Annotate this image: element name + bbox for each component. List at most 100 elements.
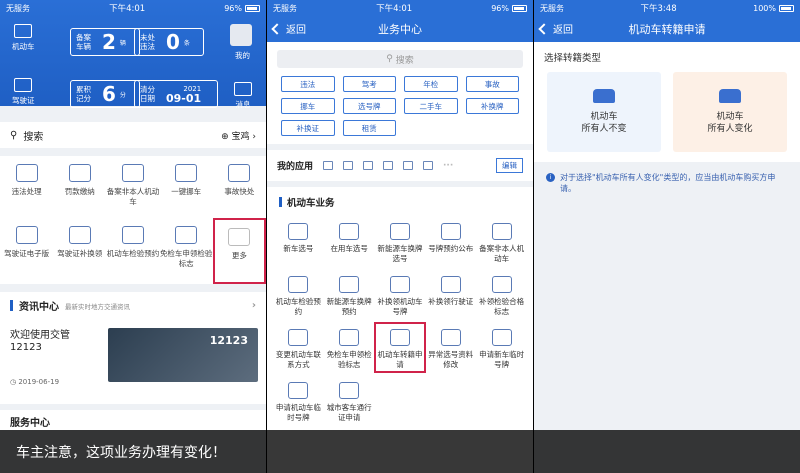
news-center: 资讯中心 最新实时地方交通资讯 › 欢迎使用交管12123 ◷ 2019-06-19… xyxy=(0,292,266,404)
back-button[interactable]: 返回 xyxy=(538,21,573,36)
owner-changed-option[interactable]: 机动车 所有人变化 xyxy=(673,72,787,152)
service-item[interactable]: 驾驶证补换领 xyxy=(53,218,106,284)
service-label: 机动车检验预约 xyxy=(106,249,160,258)
more-button[interactable]: 更多 xyxy=(212,218,266,284)
vehicle-transfer-application[interactable]: 机动车转籍申请 xyxy=(373,322,427,373)
service-label: 新车选号 xyxy=(283,244,314,253)
tag[interactable]: 事故 xyxy=(465,76,519,92)
service-item[interactable]: 申请机动车临时号牌 xyxy=(273,376,324,425)
title-bar xyxy=(10,300,13,311)
time: 下午3:48 xyxy=(640,4,677,14)
service-item[interactable]: 新车选号 xyxy=(273,217,324,266)
license-label: 驾驶证 xyxy=(12,96,35,105)
service-label: 事故快处 xyxy=(224,187,255,196)
registered-vehicles[interactable]: 备案车辆 2 辆 xyxy=(70,28,140,56)
service-item[interactable]: 补领检验合格标志 xyxy=(476,270,527,319)
service-item[interactable]: 补换领机动车号牌 xyxy=(375,270,426,319)
service-item[interactable]: 城市客车通行证申请 xyxy=(324,376,375,425)
tag[interactable]: 二手车 xyxy=(404,98,458,114)
service-item[interactable]: 事故快处 xyxy=(213,156,266,218)
city-name[interactable]: 宝鸡 xyxy=(232,132,250,142)
service-item[interactable]: 号牌预约公布 xyxy=(425,217,476,266)
battery-icon xyxy=(245,4,260,12)
tag[interactable]: 租赁 xyxy=(342,120,396,136)
avatar[interactable] xyxy=(230,24,252,46)
service-item[interactable]: 变更机动车联系方式 xyxy=(273,323,324,372)
info-note: i 对于选择"机动车所有人变化"类型的，应当由机动车购买方申请。 xyxy=(534,162,800,204)
home-search[interactable]: ⚲ 搜索 ⊕ 宝鸡 › xyxy=(0,122,266,148)
edit-button[interactable]: 编辑 xyxy=(496,158,523,173)
app-icon[interactable] xyxy=(403,161,414,170)
chevron-right-icon[interactable]: › xyxy=(252,300,256,311)
service-label: 变更机动车联系方式 xyxy=(275,350,321,369)
service-item[interactable]: 备案非本人机动车 xyxy=(476,217,527,266)
document-icon xyxy=(389,329,410,346)
service-item[interactable]: 违法处理 xyxy=(0,156,53,218)
grid-icon xyxy=(228,228,251,246)
service-label: 号牌预约公布 xyxy=(428,244,474,253)
service-label: 驾驶证补换领 xyxy=(57,249,103,258)
service-item[interactable]: 免检车申领检验标志 xyxy=(324,323,375,372)
tag[interactable]: 违法 xyxy=(281,76,335,92)
tag[interactable]: 补换证 xyxy=(281,120,335,136)
news-image-text: 12123 xyxy=(209,334,248,347)
news-image[interactable]: 12123 xyxy=(108,328,258,382)
tag[interactable]: 年检 xyxy=(404,76,458,92)
license-shortcut[interactable]: 驾驶证 xyxy=(12,78,35,106)
app-icon[interactable] xyxy=(363,161,374,170)
service-item[interactable]: 补换领行驶证 xyxy=(425,270,476,319)
service-item[interactable]: 罚款缴纳 xyxy=(53,156,106,218)
messages-shortcut[interactable]: 消息 xyxy=(234,82,252,110)
service-item[interactable]: 一键挪车 xyxy=(160,156,213,218)
tag[interactable]: 选号牌 xyxy=(342,98,396,114)
app-icon[interactable] xyxy=(423,161,434,170)
back-button[interactable]: 返回 xyxy=(271,21,306,36)
page-title: 机动车转籍申请 xyxy=(628,23,706,36)
car-icon xyxy=(593,89,615,103)
note-text: 对于选择"机动车所有人变化"类型的，应当由机动车购买方申请。 xyxy=(560,173,776,193)
clear-date[interactable]: 清分日期 2021 09-01 xyxy=(134,80,218,108)
chevron-left-icon xyxy=(271,22,283,35)
owner-unchanged-option[interactable]: 机动车 所有人不变 xyxy=(547,72,661,152)
service-label: 申请新车临时号牌 xyxy=(479,350,525,369)
service-item[interactable]: 驾驶证电子版 xyxy=(0,218,53,284)
back-label: 返回 xyxy=(553,25,573,36)
service-item[interactable]: 备案非本人机动车 xyxy=(106,156,159,218)
service-icon xyxy=(339,382,360,399)
service-item[interactable]: 在用车选号 xyxy=(324,217,375,266)
service-item[interactable]: 申请新车临时号牌 xyxy=(476,323,527,372)
service-icon xyxy=(339,223,360,240)
vehicle-label: 机动车 xyxy=(12,42,35,51)
vehicle-shortcut[interactable]: 机动车 xyxy=(12,24,35,52)
pending-violations[interactable]: 未处违法 0 条 xyxy=(134,28,204,56)
service-icon xyxy=(228,164,251,182)
tag[interactable]: 驾考 xyxy=(342,76,396,92)
my-label-wrap: 我的 xyxy=(235,50,250,61)
quick-tags: 违法 驾考 年检 事故 挪车 选号牌 二手车 补换牌 补换证 租赁 xyxy=(267,76,533,144)
video-caption: 车主注意，这项业务办理有变化！ xyxy=(0,430,800,473)
service-icon xyxy=(15,164,38,182)
service-label: 一键挪车 xyxy=(171,187,202,196)
transfer-type-options: 机动车 所有人不变 机动车 所有人变化 xyxy=(544,72,790,152)
tag[interactable]: 补换牌 xyxy=(465,98,519,114)
service-item[interactable]: 新能源车换牌选号 xyxy=(375,217,426,266)
service-item[interactable]: 机动车检验预约 xyxy=(273,270,324,319)
app-icon[interactable] xyxy=(343,161,354,170)
registered-count: 2 xyxy=(102,30,116,54)
service-item[interactable]: 新能源车换牌预约 xyxy=(324,270,375,319)
registered-unit: 辆 xyxy=(119,39,126,47)
service-item[interactable]: 异常选号资料修改 xyxy=(425,323,476,372)
search-input[interactable]: ⚲ 搜索 xyxy=(277,50,523,68)
news-text[interactable]: 欢迎使用交管12123 xyxy=(10,330,100,354)
section-title: 机动车业务 xyxy=(287,198,335,209)
accumulated-points[interactable]: 累积记分 6 分 xyxy=(70,80,140,108)
app-icon[interactable] xyxy=(323,161,334,170)
tag[interactable]: 挪车 xyxy=(281,98,335,114)
option-line2: 所有人不变 xyxy=(581,124,627,134)
app-icon[interactable] xyxy=(383,161,394,170)
service-item[interactable]: 机动车检验预约 xyxy=(106,218,159,284)
info-icon: i xyxy=(546,173,555,182)
service-icon xyxy=(491,276,512,293)
service-icon xyxy=(68,226,91,244)
service-item[interactable]: 免检车申领检验标志 xyxy=(160,218,213,284)
